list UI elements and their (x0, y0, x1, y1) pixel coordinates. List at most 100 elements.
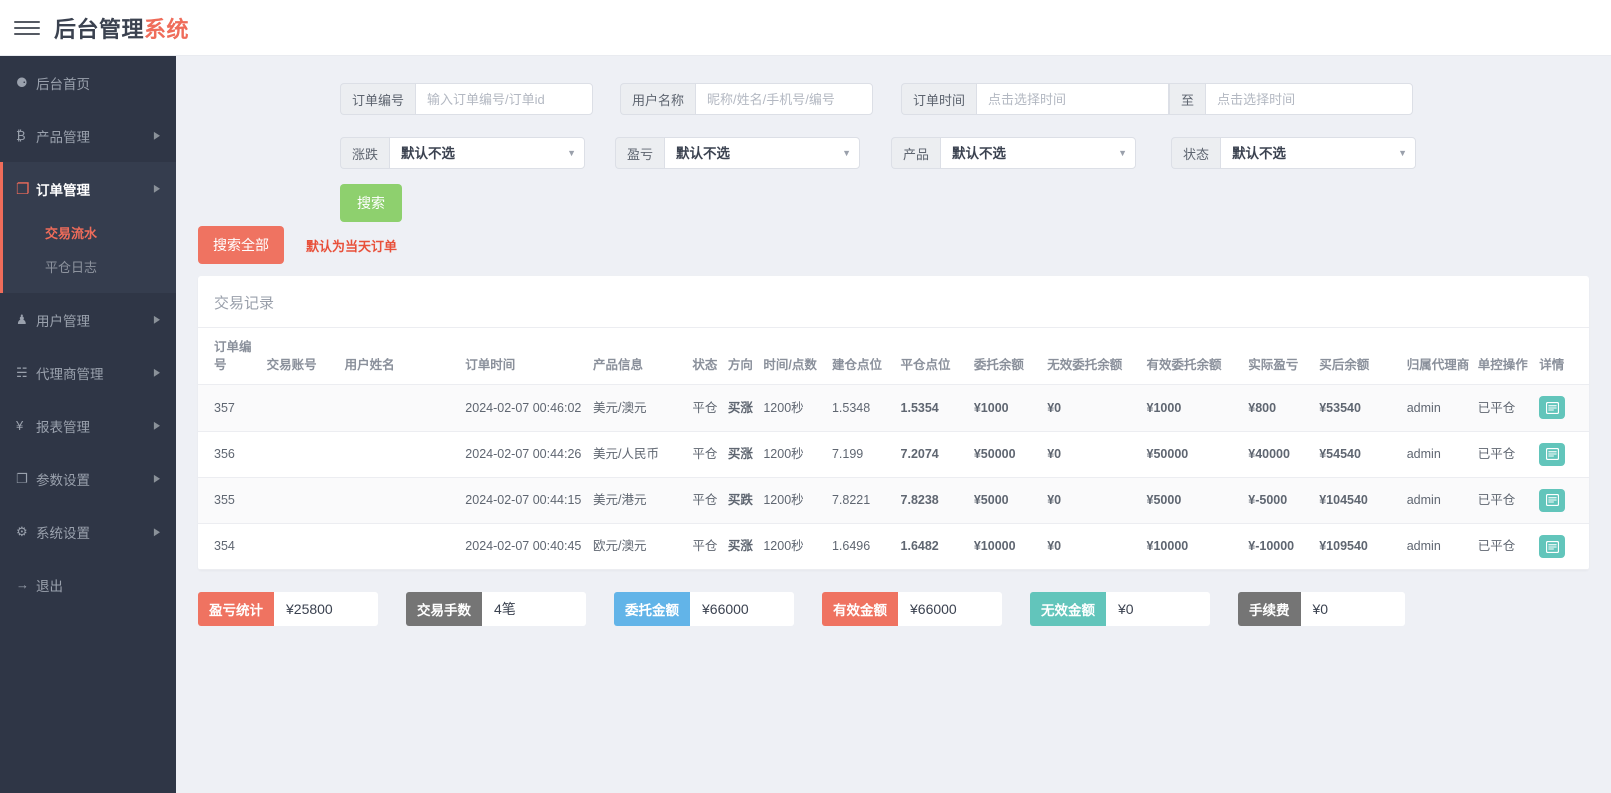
cell-actual-pl: ¥40000 (1248, 431, 1320, 478)
sidebar-subitem-0[interactable]: 交易流水 (3, 215, 176, 249)
sidebar-subitem-1[interactable]: 平仓日志 (3, 249, 176, 283)
summary-item-4: 无效金额 ¥0 (1030, 592, 1210, 627)
order-time-start-input[interactable] (976, 83, 1170, 115)
summary-value[interactable]: ¥25800 (274, 592, 378, 627)
summary-item-0: 盈亏统计 ¥25800 (198, 592, 378, 627)
cell-valid-entrust: ¥1000 (1146, 384, 1249, 432)
sidebar-item-label: 报表管理 (36, 419, 90, 435)
rise-fall-label: 涨跌 (340, 137, 390, 169)
cell-account (266, 523, 345, 571)
cell-direction: 买涨 (727, 523, 764, 571)
main-content: 订单编号 用户名称 订单时间 至 涨跌 默认不选 ▼ 盈亏 (176, 56, 1611, 793)
table-header-cell-10: 委托余额 (973, 358, 1024, 373)
sidebar-item-3[interactable]: ♟ 用户管理 ▶ (0, 293, 176, 346)
table-header-cell-13: 实际盈亏 (1248, 358, 1299, 373)
table-row[interactable]: 356 2024-02-07 00:44:26 美元/人民币 平仓 买涨 1200秒 7.1… (198, 431, 1589, 478)
cell-direction: 买涨 (727, 384, 764, 432)
table-row[interactable]: 354 2024-02-07 00:40:45 欧元/澳元 平仓 买涨 1200秒 1.64… (198, 523, 1589, 571)
user-name-input[interactable] (695, 83, 874, 115)
search-button[interactable]: 搜索 (340, 184, 402, 222)
default-day-hint: 默认为当天订单 (306, 238, 398, 254)
order-time-end-input[interactable] (1205, 83, 1414, 115)
order-time-separator-label: 至 (1169, 83, 1206, 115)
sidebar-item-0[interactable]: ⚈ 后台首页 (0, 56, 176, 109)
cell-user-name (344, 384, 466, 432)
cell-single-control: 已平仓 (1477, 384, 1540, 432)
app-title-primary: 后台管理 (54, 16, 145, 42)
cell-balance-after: ¥109540 (1319, 523, 1407, 571)
cell-valid-entrust: ¥5000 (1146, 477, 1249, 525)
rise-fall-filter: 涨跌 默认不选 ▼ (340, 137, 586, 169)
sidebar-item-8[interactable]: → 退出 (0, 558, 176, 611)
cell-account (266, 431, 345, 478)
agent-icon: ☵ (16, 364, 28, 380)
chevron-right-icon: ▶ (153, 366, 160, 379)
status-select[interactable]: 默认不选 (1220, 137, 1417, 169)
table-header-cell-11: 无效委托余额 (1047, 358, 1123, 373)
cell-open-price: 1.6496 (831, 523, 901, 571)
summary-item-5: 手续费 ¥0 (1238, 592, 1405, 627)
order-time-filter: 订单时间 至 (901, 83, 1414, 115)
cell-order-time: 2024-02-07 00:44:15 (465, 477, 594, 525)
sidebar-item-label: 后台首页 (36, 76, 90, 92)
cell-order-time: 2024-02-07 00:44:26 (465, 431, 594, 478)
table-body: 357 2024-02-07 00:46:02 美元/澳元 平仓 买涨 1200秒 1.53… (198, 384, 1589, 571)
summary-value[interactable]: ¥0 (1300, 592, 1405, 627)
detail-list-icon[interactable] (1539, 396, 1566, 420)
sidebar-item-5[interactable]: ¥ 报表管理 ▶ (0, 399, 176, 452)
cell-status: 平仓 (692, 384, 728, 432)
cell-agent: admin (1406, 431, 1478, 478)
chevron-right-icon: ▶ (153, 419, 160, 432)
detail-list-icon[interactable] (1539, 535, 1566, 558)
cell-entrust-balance: ¥5000 (973, 477, 1048, 525)
product-select[interactable]: 默认不选 (940, 137, 1137, 169)
cell-account (266, 477, 345, 525)
table-header-cell-17: 详情 (1539, 358, 1565, 373)
sidebar-item-6[interactable]: ❐ 参数设置 ▶ (0, 452, 176, 505)
sidebar-item-1[interactable]: ₿ 产品管理 ▶ (0, 109, 176, 162)
cell-single-control: 已平仓 (1477, 431, 1540, 478)
chevron-right-icon: ▶ (153, 472, 160, 485)
cell-detail (1539, 431, 1589, 478)
sidebar-item-label: 退出 (36, 578, 63, 594)
search-all-row: 搜索全部 默认为当天订单 (198, 226, 1589, 264)
table-header-cell-4: 产品信息 (593, 358, 644, 373)
table-title: 交易记录 (198, 276, 1589, 328)
summary-value[interactable]: ¥66000 (690, 592, 794, 627)
cell-entrust-balance: ¥1000 (973, 384, 1048, 432)
rise-fall-select[interactable]: 默认不选 (389, 137, 586, 169)
table-header-cell-6: 方向 (727, 358, 753, 373)
profit-loss-select[interactable]: 默认不选 (664, 137, 861, 169)
chevron-right-icon: ▶ (153, 525, 160, 538)
sidebar-item-4[interactable]: ☵ 代理商管理 ▶ (0, 346, 176, 399)
summary-bar: 盈亏统计 ¥25800 交易手数 4笔 委托金额 ¥66000 有效金额 ¥66000 无效金额… (198, 592, 1589, 627)
user-name-label: 用户名称 (620, 83, 696, 115)
summary-value[interactable]: ¥66000 (898, 592, 1002, 627)
sidebar-item-label: 产品管理 (36, 129, 90, 145)
table-header-cell-12: 有效委托余额 (1146, 358, 1222, 373)
sidebar-item-7[interactable]: ⚙ 系统设置 ▶ (0, 505, 176, 558)
cell-status: 平仓 (692, 477, 728, 525)
summary-value[interactable]: ¥0 (1106, 592, 1210, 627)
cell-product: 美元/澳元 (593, 384, 693, 432)
table-row[interactable]: 357 2024-02-07 00:46:02 美元/澳元 平仓 买涨 1200秒 1.53… (198, 384, 1589, 432)
app-title-accent: 系统 (144, 16, 190, 42)
detail-list-icon[interactable] (1539, 442, 1566, 466)
sidebar-item-2[interactable]: ❐ 订单管理 ▶ (3, 162, 176, 215)
cell-actual-pl: ¥-5000 (1248, 477, 1320, 525)
cell-order-time: 2024-02-07 00:46:02 (465, 384, 594, 432)
table-header-cell-16: 单控操作 (1477, 358, 1528, 373)
order-no-filter: 订单编号 (340, 83, 594, 115)
cell-product: 欧元/澳元 (593, 523, 693, 571)
hamburger-icon[interactable] (14, 15, 40, 41)
cell-direction: 买跌 (727, 477, 764, 525)
profit-loss-label: 盈亏 (615, 137, 665, 169)
summary-item-1: 交易手数 4笔 (406, 592, 586, 627)
search-all-button[interactable]: 搜索全部 (198, 226, 284, 264)
summary-value[interactable]: 4笔 (482, 592, 586, 627)
order-no-input[interactable] (415, 83, 594, 115)
detail-list-icon[interactable] (1539, 488, 1566, 512)
table-header-cell-14: 买后余额 (1319, 358, 1370, 373)
table-row[interactable]: 355 2024-02-07 00:44:15 美元/港元 平仓 买跌 1200秒 7.82… (198, 477, 1589, 525)
user-icon: ♟ (16, 311, 28, 327)
